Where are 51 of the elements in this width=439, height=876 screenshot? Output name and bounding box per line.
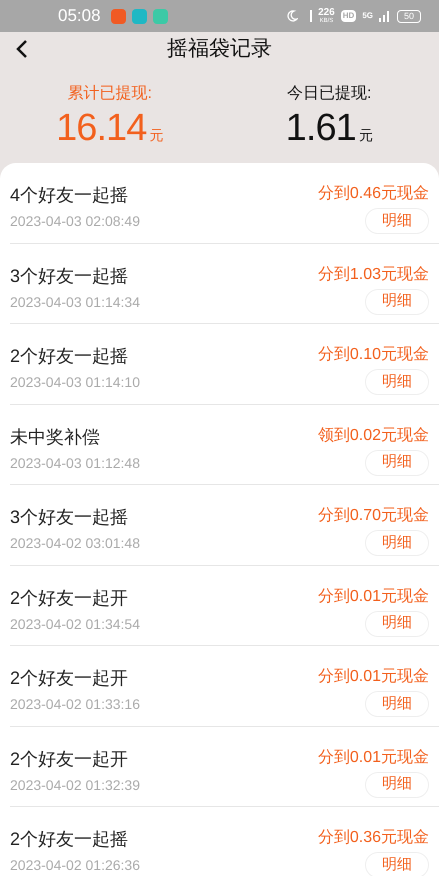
record-title: 4个好友一起摇 [10, 184, 130, 207]
reward-amount: 分到0.01元现金 [318, 667, 429, 687]
reward-amount: 分到0.01元现金 [318, 748, 429, 768]
reward-amount: 分到0.46元现金 [318, 184, 429, 204]
record-title: 2个好友一起开 [10, 748, 130, 770]
detail-button[interactable]: 明细 [365, 208, 429, 234]
record-time: 2023-04-02 01:33:16 [10, 695, 140, 714]
record-time: 2023-04-02 01:34:54 [10, 614, 140, 634]
record-time: 2023-04-03 02:08:49 [10, 212, 140, 231]
signal-icon [378, 10, 391, 22]
detail-button[interactable]: 明细 [365, 852, 429, 876]
detail-button[interactable]: 明细 [365, 450, 429, 476]
detail-button[interactable]: 明细 [365, 691, 429, 717]
record-time: 2023-04-02 03:01:48 [10, 534, 140, 553]
record-time: 2023-04-03 01:14:34 [10, 292, 140, 312]
battery-indicator: 50 [396, 10, 421, 22]
detail-button[interactable]: 明细 [365, 610, 429, 636]
reward-amount: 分到1.03元现金 [318, 264, 429, 284]
reward-amount: 分到0.10元现金 [318, 345, 429, 365]
summary-amount: 16.14 [56, 106, 146, 150]
detail-button[interactable]: 明细 [365, 369, 429, 395]
reward-amount: 分到0.01元现金 [318, 586, 429, 606]
record-time: 2023-04-03 01:14:10 [10, 373, 140, 392]
clock: 05:08 [58, 5, 101, 28]
reward-amount: 分到0.36元现金 [318, 828, 429, 848]
currency-unit: 元 [358, 126, 373, 145]
detail-button[interactable]: 明细 [365, 772, 429, 798]
summary-label: 累计已提现: [68, 84, 152, 104]
currency-unit: 元 [149, 126, 164, 145]
back-icon[interactable] [16, 39, 28, 59]
record-title: 2个好友一起开 [10, 586, 130, 610]
detail-button[interactable]: 明细 [365, 288, 429, 314]
reward-amount: 分到0.70元现金 [318, 506, 429, 526]
reward-amount: 领到0.02元现金 [318, 426, 429, 446]
record-time: 2023-04-02 01:32:39 [10, 776, 140, 794]
record-title: 2个好友一起开 [10, 667, 130, 690]
record-title: 2个好友一起摇 [10, 345, 130, 368]
record-title: 2个好友一起摇 [10, 828, 130, 851]
detail-button[interactable]: 明细 [365, 530, 429, 556]
record-title: 3个好友一起摇 [10, 264, 130, 288]
network-speed: 226 [318, 8, 335, 18]
record-time: 2023-04-03 01:12:48 [10, 454, 140, 472]
summary-label: 今日已提现: [287, 84, 372, 104]
record-title: 3个好友一起摇 [10, 506, 130, 529]
record-time: 2023-04-02 01:26:36 [10, 856, 140, 875]
record-title: 未中奖补偿 [10, 426, 101, 448]
network-type: 5G [362, 10, 373, 22]
summary-amount: 1.61 [286, 106, 356, 150]
moon-icon [287, 10, 298, 22]
page-title: 摇福袋记录 [167, 36, 272, 62]
hd-badge: HD [340, 10, 356, 22]
